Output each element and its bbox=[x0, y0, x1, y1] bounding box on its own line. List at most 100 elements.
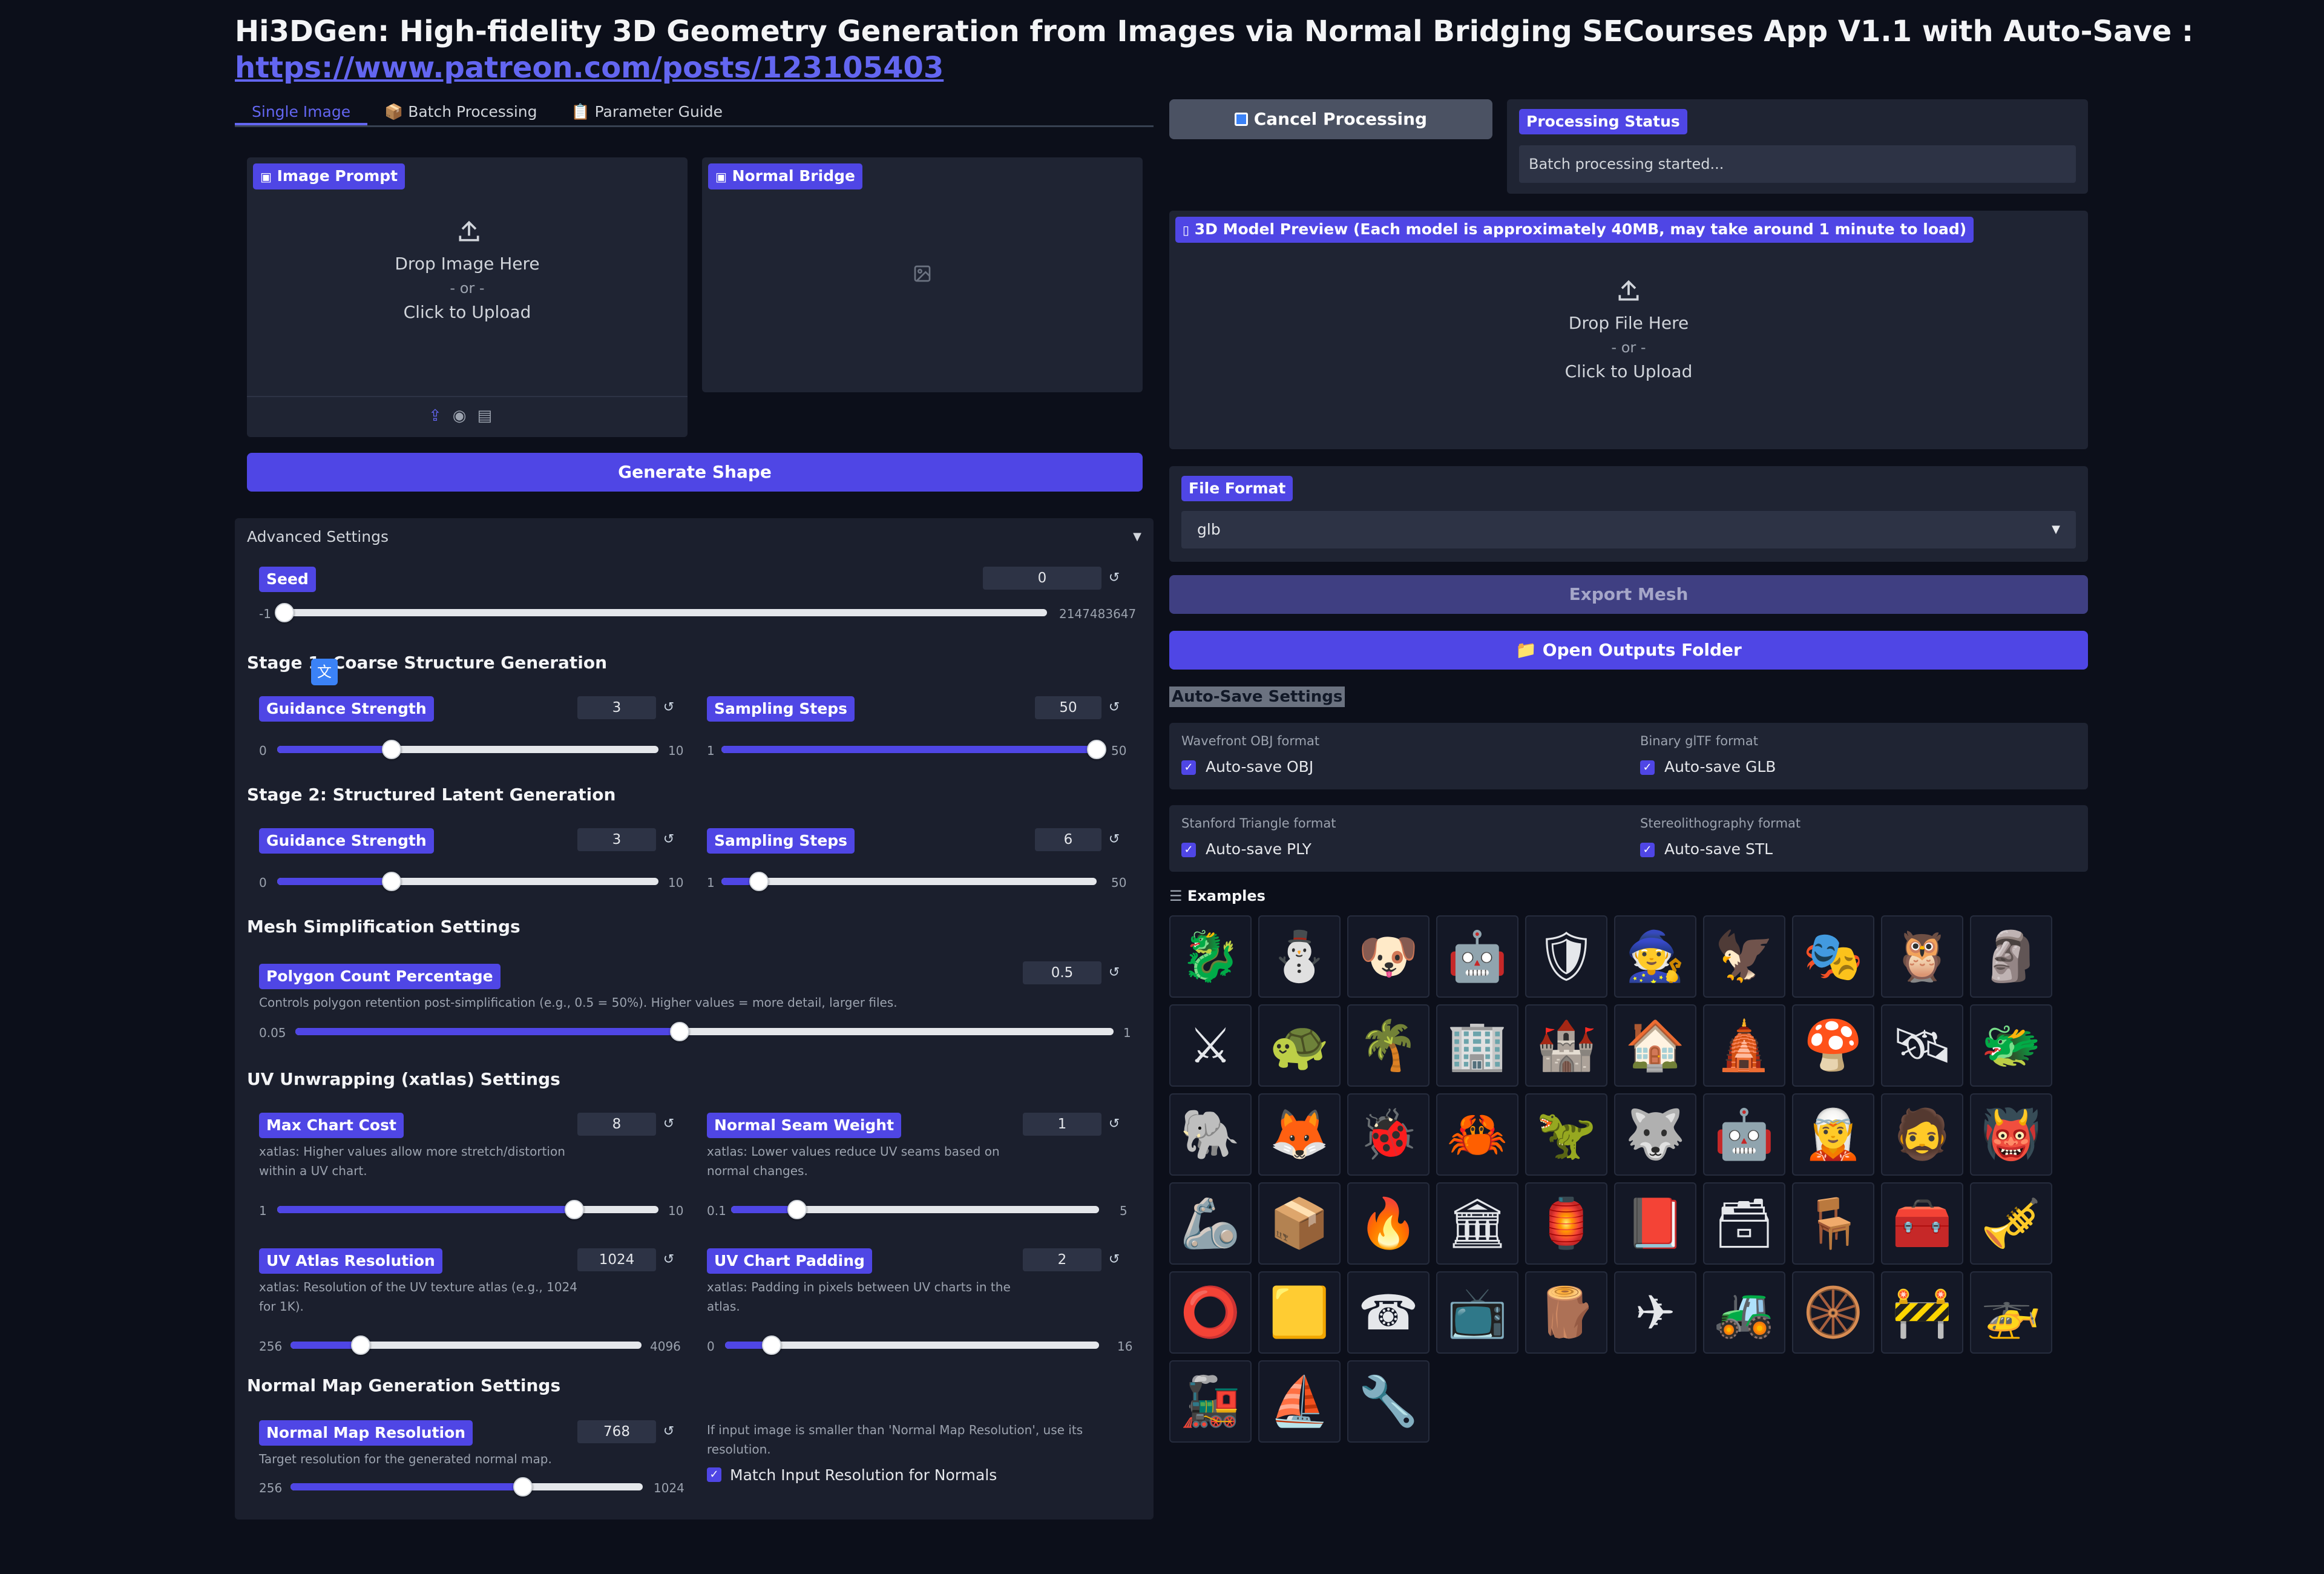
example-thumbnail[interactable]: 🐞 bbox=[1347, 1093, 1430, 1176]
uv-atlas-res-input[interactable]: 1024 bbox=[577, 1248, 656, 1271]
slider-thumb[interactable] bbox=[351, 1335, 370, 1355]
example-thumbnail[interactable]: 🔧 bbox=[1347, 1360, 1430, 1443]
stage1-steps-slider[interactable] bbox=[721, 740, 1106, 759]
slider-thumb[interactable] bbox=[1087, 740, 1106, 759]
reset-icon[interactable]: ↺ bbox=[661, 1420, 677, 1443]
open-outputs-folder-button[interactable]: 📁 Open Outputs Folder bbox=[1169, 631, 2088, 670]
seed-input[interactable]: 0 bbox=[983, 567, 1101, 590]
example-thumbnail[interactable]: 🟨 bbox=[1258, 1271, 1341, 1354]
cancel-processing-button[interactable]: Cancel Processing bbox=[1169, 99, 1492, 139]
example-thumbnail[interactable]: 🦅 bbox=[1703, 915, 1785, 998]
example-thumbnail[interactable]: 🐢 bbox=[1258, 1004, 1341, 1087]
example-thumbnail[interactable]: 🚧 bbox=[1881, 1271, 1963, 1354]
example-thumbnail[interactable]: ⭕ bbox=[1169, 1271, 1252, 1354]
example-thumbnail[interactable]: ✈ bbox=[1614, 1271, 1696, 1354]
advanced-settings-title[interactable]: Advanced Settings bbox=[247, 528, 389, 545]
example-thumbnail[interactable]: 📦 bbox=[1258, 1182, 1341, 1265]
autosave-obj-checkbox[interactable]: ✓ bbox=[1181, 760, 1196, 775]
stage1-guidance-slider[interactable] bbox=[277, 740, 658, 759]
stage2-guidance-slider[interactable] bbox=[277, 872, 658, 891]
slider-thumb[interactable] bbox=[762, 1335, 782, 1355]
example-thumbnail[interactable]: 🐘 bbox=[1169, 1093, 1252, 1176]
example-thumbnail[interactable]: 🛰 bbox=[1881, 1004, 1963, 1087]
autosave-glb-checkbox[interactable]: ✓ bbox=[1640, 760, 1655, 775]
example-thumbnail[interactable]: 🐉 bbox=[1169, 915, 1252, 998]
file-drop-zone[interactable]: Drop File Here - or - Click to Upload bbox=[1169, 277, 2088, 423]
reset-icon[interactable]: ↺ bbox=[1106, 828, 1122, 851]
collapse-arrow-icon[interactable]: ▼ bbox=[1133, 530, 1141, 543]
example-thumbnail[interactable]: 🛕 bbox=[1703, 1004, 1785, 1087]
tab-single-image[interactable]: Single Image bbox=[235, 97, 368, 125]
example-thumbnail[interactable]: 🧔 bbox=[1881, 1093, 1963, 1176]
example-thumbnail[interactable]: 🗃 bbox=[1703, 1182, 1785, 1265]
reset-icon[interactable]: ↺ bbox=[1106, 961, 1122, 984]
slider-thumb[interactable] bbox=[670, 1022, 690, 1041]
example-thumbnail[interactable]: 🏠 bbox=[1614, 1004, 1696, 1087]
tab-batch-processing[interactable]: 📦 Batch Processing bbox=[367, 97, 554, 125]
autosave-ply-checkbox[interactable]: ✓ bbox=[1181, 843, 1196, 857]
translate-icon[interactable]: 文 bbox=[311, 659, 338, 685]
tab-parameter-guide[interactable]: 📋 Parameter Guide bbox=[554, 97, 740, 125]
stage2-steps-input[interactable]: 6 bbox=[1035, 828, 1101, 851]
slider-thumb[interactable] bbox=[382, 872, 401, 891]
normal-seam-slider[interactable] bbox=[731, 1200, 1099, 1219]
example-thumbnail[interactable]: 🤖 bbox=[1436, 915, 1518, 998]
example-thumbnail[interactable]: 🧝 bbox=[1792, 1093, 1874, 1176]
normal-map-res-slider[interactable] bbox=[290, 1477, 643, 1497]
slider-thumb[interactable] bbox=[382, 740, 401, 759]
example-thumbnail[interactable]: 🚜 bbox=[1703, 1271, 1785, 1354]
uv-chart-padding-input[interactable]: 2 bbox=[1023, 1248, 1101, 1271]
example-thumbnail[interactable]: 👹 bbox=[1970, 1093, 2052, 1176]
example-thumbnail[interactable]: 🚁 bbox=[1970, 1271, 2052, 1354]
example-thumbnail[interactable]: 🐺 bbox=[1614, 1093, 1696, 1176]
example-thumbnail[interactable]: 🦖 bbox=[1525, 1093, 1607, 1176]
example-thumbnail[interactable]: 🪑 bbox=[1792, 1182, 1874, 1265]
polygon-input[interactable]: 0.5 bbox=[1023, 961, 1101, 984]
stage2-steps-slider[interactable] bbox=[721, 872, 1097, 891]
example-thumbnail[interactable]: 🧰 bbox=[1881, 1182, 1963, 1265]
slider-thumb[interactable] bbox=[275, 603, 294, 622]
clipboard-icon[interactable]: ▤ bbox=[477, 407, 492, 425]
example-thumbnail[interactable]: 🦀 bbox=[1436, 1093, 1518, 1176]
example-thumbnail[interactable]: 🪵 bbox=[1525, 1271, 1607, 1354]
webcam-icon[interactable]: ◉ bbox=[453, 407, 467, 425]
example-thumbnail[interactable]: 🍄 bbox=[1792, 1004, 1874, 1087]
example-thumbnail[interactable]: 📺 bbox=[1436, 1271, 1518, 1354]
seed-slider[interactable] bbox=[275, 603, 1047, 622]
reset-icon[interactable]: ↺ bbox=[661, 828, 677, 851]
upload-icon[interactable]: ⇪ bbox=[428, 407, 442, 425]
reset-icon[interactable]: ↺ bbox=[661, 1113, 677, 1136]
example-thumbnail[interactable]: 🧙 bbox=[1614, 915, 1696, 998]
export-mesh-button[interactable]: Export Mesh bbox=[1169, 575, 2088, 614]
polygon-slider[interactable] bbox=[295, 1022, 1114, 1041]
slider-thumb[interactable] bbox=[749, 872, 769, 891]
stage2-guidance-input[interactable]: 3 bbox=[577, 828, 656, 851]
example-thumbnail[interactable]: 🔥 bbox=[1347, 1182, 1430, 1265]
example-thumbnail[interactable]: 🚂 bbox=[1169, 1360, 1252, 1443]
reset-icon[interactable]: ↺ bbox=[1106, 1113, 1122, 1136]
reset-icon[interactable]: ↺ bbox=[1106, 1248, 1122, 1271]
slider-thumb[interactable] bbox=[787, 1200, 807, 1219]
uv-chart-padding-slider[interactable] bbox=[725, 1335, 1099, 1355]
example-thumbnail[interactable]: 🤖 bbox=[1703, 1093, 1785, 1176]
example-thumbnail[interactable]: 🏢 bbox=[1436, 1004, 1518, 1087]
example-thumbnail[interactable]: 🗿 bbox=[1970, 915, 2052, 998]
max-chart-cost-input[interactable]: 8 bbox=[577, 1113, 656, 1136]
slider-thumb[interactable] bbox=[565, 1200, 585, 1219]
patreon-link[interactable]: https://www.patreon.com/posts/123105403 bbox=[235, 50, 2193, 86]
slider-thumb[interactable] bbox=[513, 1477, 533, 1497]
example-thumbnail[interactable]: 🦉 bbox=[1881, 915, 1963, 998]
example-thumbnail[interactable]: 📕 bbox=[1614, 1182, 1696, 1265]
max-chart-cost-slider[interactable] bbox=[277, 1200, 658, 1219]
example-thumbnail[interactable]: ☎ bbox=[1347, 1271, 1430, 1354]
example-thumbnail[interactable]: 🏛 bbox=[1436, 1182, 1518, 1265]
reset-icon[interactable]: ↺ bbox=[661, 696, 677, 719]
example-thumbnail[interactable]: 🦾 bbox=[1169, 1182, 1252, 1265]
example-thumbnail[interactable]: 🛡 bbox=[1525, 915, 1607, 998]
example-thumbnail[interactable]: 🦊 bbox=[1258, 1093, 1341, 1176]
reset-icon[interactable]: ↺ bbox=[1106, 567, 1122, 590]
uv-atlas-res-slider[interactable] bbox=[290, 1335, 642, 1355]
file-format-select[interactable]: glb ▼ bbox=[1181, 511, 2076, 548]
example-thumbnail[interactable]: 🛞 bbox=[1792, 1271, 1874, 1354]
example-thumbnail[interactable]: 🎭 bbox=[1792, 915, 1874, 998]
